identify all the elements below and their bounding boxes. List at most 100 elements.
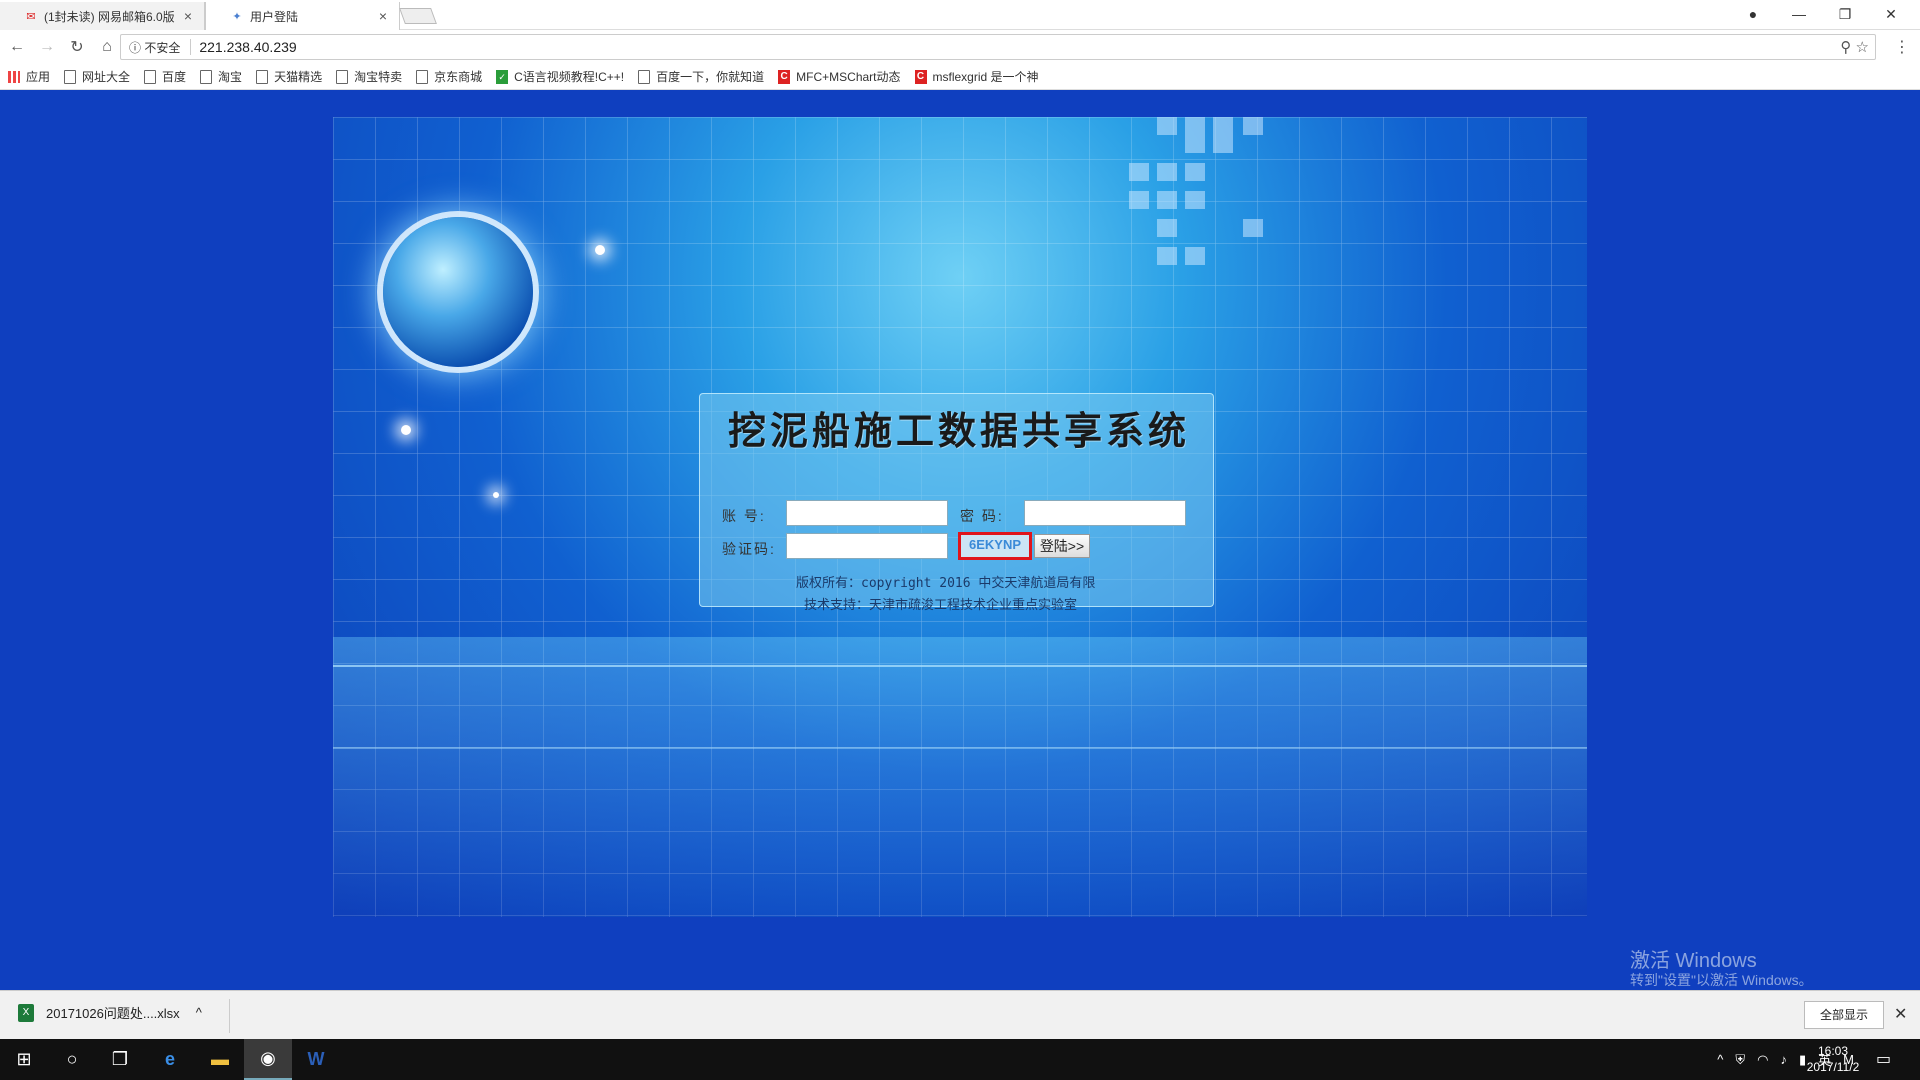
bookmark-label: 百度一下，你就知道 [656,70,765,84]
sparkle-icon [493,492,499,498]
minimize-icon[interactable]: — [1776,6,1822,22]
floor-line [333,747,1587,749]
bookmark-apps[interactable]: 应用 [8,68,50,85]
chrome-icon[interactable]: ◉ [244,1039,292,1080]
login-background: 挖泥船施工数据共享系统 账 号: 密 码: 验证码: 6EKYNP 登陆>> 版… [333,117,1587,917]
browser-tab-strip: ✉ (1封未读) 网易邮箱6.0版 × ✦ 用户登陆 × ● — ❐ ✕ [0,0,1920,30]
page-icon [416,69,429,84]
page-icon [144,69,157,84]
file-explorer-icon[interactable]: ▬ [196,1039,244,1080]
bookmark-label: 淘宝 [218,70,243,84]
window-controls: ● — ❐ ✕ [1730,0,1914,28]
edge-icon[interactable]: e [146,1039,194,1080]
close-window-icon[interactable]: ✕ [1868,6,1914,23]
login-panel: 挖泥船施工数据共享系统 账 号: 密 码: 验证码: 6EKYNP 登陆>> 版… [699,393,1214,613]
close-icon[interactable]: ✕ [1894,1004,1907,1024]
decor-square [1157,247,1177,265]
bookmark-label: 京东商城 [434,70,483,84]
decor-square [1213,135,1233,153]
captcha-label: 验证码: [722,541,776,557]
forward-icon[interactable]: → [34,38,60,56]
divider [190,39,192,55]
tab-user-login[interactable]: ✦ 用户登陆 × [205,2,400,30]
tab-close-icon[interactable]: × [379,8,387,24]
bookmarks-bar: 应用 网址大全 百度 淘宝 天猫精选 淘宝特卖 京东商城 ✓ C语言视频教程!C+… [0,64,1920,90]
sparkle-icon [401,425,411,435]
new-tab-button[interactable] [399,8,437,24]
zoom-icon[interactable]: ⚲ ☆ [1840,38,1869,56]
wifi-icon[interactable]: ◠ [1757,1052,1768,1068]
page-icon [638,69,651,84]
tab-close-icon[interactable]: × [184,8,192,24]
cortana-icon[interactable]: ○ [48,1039,96,1080]
shield-icon[interactable]: ⛨ [1735,1052,1745,1068]
csdn-icon: C [914,69,927,84]
decor-square [1185,247,1205,265]
bookmark-item[interactable]: Cmsflexgrid 是一个神 [914,68,1039,85]
decor-square [1129,163,1149,181]
volume-icon[interactable]: ♪ [1780,1052,1787,1067]
account-input[interactable] [786,500,948,526]
bookmark-item[interactable]: 淘宝 [200,68,242,85]
security-text: 不安全 [144,40,181,55]
download-filename: 20171026问题处....xlsx [46,1006,180,1021]
notification-icon[interactable]: ▭ [1876,1049,1891,1069]
profile-icon[interactable]: ● [1730,6,1776,22]
decor-square [1243,219,1263,237]
excel-file-icon: X [18,1003,34,1022]
bookmark-label: 淘宝特卖 [354,70,403,84]
clock-date: 2017/11/2 [1806,1060,1860,1074]
download-item[interactable]: X 20171026问题处....xlsx ^ [18,1003,202,1022]
menu-icon[interactable]: ⋮ [1894,37,1910,57]
url-text[interactable]: 221.238.40.239 [199,39,296,55]
activation-watermark-title: 激活 Windows [1630,950,1757,972]
copyright-text: 版权所有：copyright 2016 中交天津航道局有限 [796,576,1096,591]
chevron-up-icon[interactable]: ^ [1717,1052,1723,1067]
password-label: 密 码: [960,508,1004,524]
account-label: 账 号: [722,508,766,524]
show-all-button[interactable]: 全部显示 [1804,1001,1884,1029]
word-icon[interactable]: W [292,1039,340,1080]
tab-title: (1封未读) 网易邮箱6.0版 [44,9,175,24]
tab-netease-mail[interactable]: ✉ (1封未读) 网易邮箱6.0版 × [0,2,205,30]
system-title: 挖泥船施工数据共享系统 [728,409,1191,453]
bookmark-label: C语言视频教程!C++! [514,70,625,84]
bookmark-item[interactable]: 网址大全 [64,68,130,85]
support-text: 技术支持：天津市疏浚工程技术企业重点实验室 [804,598,1078,613]
page-icon [336,69,349,84]
decor-square [1157,117,1177,135]
decor-square [1157,191,1177,209]
home-icon[interactable]: ⌂ [94,38,120,56]
page-icon: ✦ [232,10,242,23]
reload-icon[interactable]: ↻ [64,37,90,57]
windows-taskbar: ⊞ ○ ❐ e ▬ ◉ W ^ ⛨ ◠ ♪ ▮ 英 M 16:03 2017/1… [0,1039,1920,1080]
start-icon[interactable]: ⊞ [0,1039,48,1080]
task-view-icon[interactable]: ❐ [96,1039,144,1080]
security-indicator[interactable]: ⓘ 不安全 [129,39,180,56]
bookmark-item[interactable]: 京东商城 [416,68,482,85]
decor-square [1185,163,1205,181]
chevron-up-icon[interactable]: ^ [196,1005,202,1020]
bookmark-item[interactable]: 百度 [144,68,186,85]
bookmark-item[interactable]: 淘宝特卖 [336,68,402,85]
bookmark-item[interactable]: ✓ C语言视频教程!C++! [496,68,624,85]
bookmark-item[interactable]: 天猫精选 [256,68,322,85]
back-icon[interactable]: ← [4,38,30,56]
bookmark-label: MFC+MSChart动态 [796,70,901,84]
password-input[interactable] [1024,500,1186,526]
clock[interactable]: 16:03 2017/11/2 [1798,1043,1868,1075]
bookmark-item[interactable]: C MFC+MSChart动态 [778,68,901,85]
restore-icon[interactable]: ❐ [1822,6,1868,23]
page-icon [64,69,77,84]
decor-square [1129,191,1149,209]
decor-square [1213,117,1233,135]
bookmark-item[interactable]: 百度一下，你就知道 [638,68,764,85]
address-bar[interactable]: ⓘ 不安全 221.238.40.239 ⚲ ☆ [120,34,1876,60]
login-button[interactable]: 登陆>> [1034,534,1090,558]
csdn-icon: C [778,69,791,84]
captcha-input[interactable] [786,533,948,559]
captcha-image[interactable]: 6EKYNP [958,532,1032,560]
floor-line [333,665,1587,667]
bookmark-label: msflexgrid 是一个神 [932,70,1039,84]
bookmark-label: 网址大全 [82,70,131,84]
